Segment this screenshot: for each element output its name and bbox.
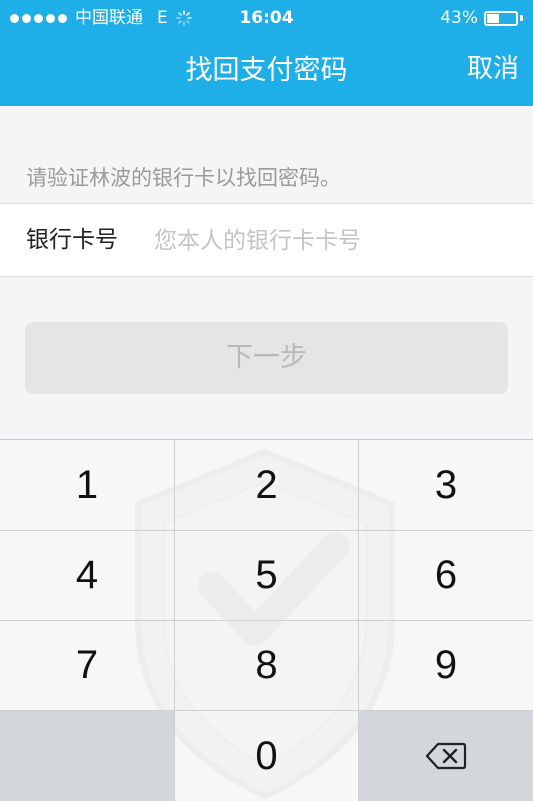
key-0[interactable]: 0: [175, 711, 358, 801]
verification-hint: 请验证林波的银行卡以找回密码。: [26, 166, 341, 190]
numeric-keypad: 1 2 3 4 5 6 7 8 9 0: [0, 439, 533, 801]
next-step-button[interactable]: 下一步: [25, 322, 508, 394]
key-4[interactable]: 4: [0, 531, 174, 620]
page-title: 找回支付密码: [185, 55, 348, 86]
header: 中国联通 E 16:04 43% 找回支付密码 取消: [0, 0, 533, 106]
battery-icon: [484, 10, 518, 26]
backspace-icon: [425, 742, 467, 770]
key-9[interactable]: 9: [359, 621, 533, 710]
card-number-row: 银行卡号: [0, 203, 533, 277]
key-6[interactable]: 6: [359, 531, 533, 620]
key-1[interactable]: 1: [0, 440, 174, 530]
battery-percentage: 43%: [440, 8, 478, 28]
key-8[interactable]: 8: [175, 621, 358, 710]
keypad-blank-cell: [0, 711, 174, 801]
card-number-input[interactable]: [152, 218, 516, 264]
key-2[interactable]: 2: [175, 440, 358, 530]
status-bar: 中国联通 E 16:04 43%: [0, 0, 533, 36]
key-5[interactable]: 5: [175, 531, 358, 620]
key-3[interactable]: 3: [359, 440, 533, 530]
delete-key[interactable]: [359, 711, 533, 801]
cancel-button[interactable]: 取消: [467, 36, 519, 102]
navigation-bar: 找回支付密码 取消: [0, 36, 533, 106]
card-number-label: 银行卡号: [26, 227, 118, 253]
key-7[interactable]: 7: [0, 621, 174, 710]
